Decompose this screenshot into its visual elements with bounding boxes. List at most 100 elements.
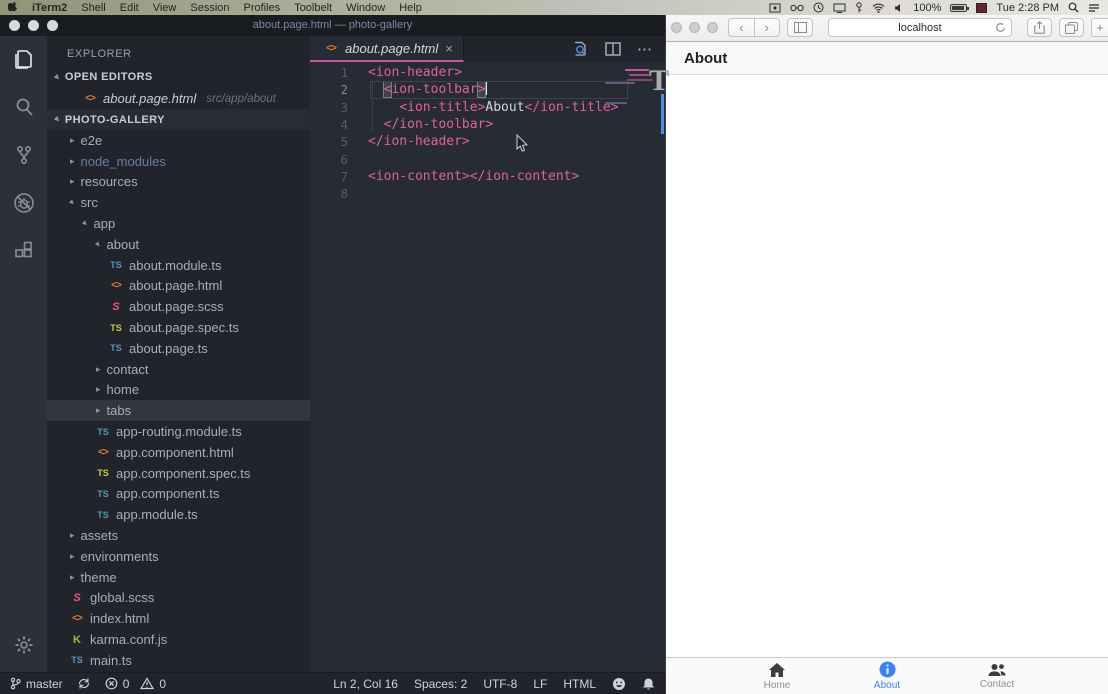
tab-about[interactable]: About — [832, 658, 942, 694]
vscode-title-bar[interactable]: about.page.html — photo-gallery — [0, 14, 665, 36]
safari-traffic-lights[interactable] — [671, 22, 718, 33]
settings-gear-icon[interactable] — [11, 632, 37, 658]
minimize-window-button[interactable] — [689, 22, 700, 33]
menu-item-help[interactable]: Help — [399, 2, 422, 14]
tree-folder-environments[interactable]: ▸environments — [47, 546, 310, 567]
code-area[interactable]: 1<ion-header>2 <ion-toolbar>3 <ion-title… — [310, 62, 665, 672]
tree-file-about.page.scss[interactable]: Sabout.page.scss — [47, 296, 310, 317]
menu-item-session[interactable]: Session — [190, 2, 229, 14]
reload-icon[interactable] — [995, 22, 1006, 33]
menu-item-profiles[interactable]: Profiles — [244, 2, 281, 14]
notifications-bell-icon[interactable] — [642, 677, 655, 691]
debug-disabled-icon[interactable] — [11, 190, 37, 216]
open-editors-header[interactable]: ▸ OPEN EDITORS — [47, 66, 310, 88]
project-root-header[interactable]: ▸ PHOTO-GALLERY — [47, 109, 310, 130]
tree-folder-node_modules[interactable]: ▸node_modules — [47, 151, 310, 172]
code-line-6[interactable]: 6 — [310, 151, 665, 168]
spotlight-icon[interactable] — [1068, 2, 1079, 13]
code-line-5[interactable]: 5</ion-header> — [310, 133, 665, 150]
tree-folder-about[interactable]: ▸about — [47, 234, 310, 255]
scss-file-icon: S — [109, 301, 123, 313]
key-icon[interactable] — [855, 2, 863, 13]
tree-file-app.component.spec.ts[interactable]: TSapp.component.spec.ts — [47, 463, 310, 484]
code-text: <ion-toolbar> — [368, 81, 487, 98]
share-button[interactable] — [1027, 18, 1052, 37]
tree-folder-assets[interactable]: ▸assets — [47, 525, 310, 546]
new-tab-button[interactable]: + — [1091, 18, 1108, 37]
sidebar-toggle-button[interactable] — [787, 18, 813, 37]
close-tab-icon[interactable]: × — [445, 41, 453, 56]
indentation-setting[interactable]: Spaces: 2 — [414, 677, 467, 691]
tree-file-about.page.html[interactable]: <>about.page.html — [47, 276, 310, 297]
problems-indicator[interactable]: 0 0 — [105, 677, 166, 691]
files-icon[interactable] — [11, 46, 37, 72]
address-bar[interactable]: localhost — [828, 18, 1012, 37]
menu-item-view[interactable]: View — [153, 2, 177, 14]
encoding-setting[interactable]: UTF-8 — [483, 677, 517, 691]
split-editor-icon[interactable] — [605, 42, 621, 56]
forward-button[interactable]: › — [755, 18, 781, 37]
cursor-position[interactable]: Ln 2, Col 16 — [333, 677, 398, 691]
more-actions-icon[interactable]: ⋯ — [637, 40, 653, 58]
tree-file-about.page.spec.ts[interactable]: TSabout.page.spec.ts — [47, 317, 310, 338]
tree-folder-e2e[interactable]: ▸e2e — [47, 130, 310, 151]
clock-menu-icon[interactable] — [813, 2, 824, 13]
source-control-icon[interactable] — [11, 142, 37, 168]
apple-menu-icon[interactable] — [8, 2, 18, 13]
tree-file-about.page.ts[interactable]: TSabout.page.ts — [47, 338, 310, 359]
menu-clock[interactable]: Tue 2:28 PM — [996, 2, 1059, 14]
tree-file-about.module.ts[interactable]: TSabout.module.ts — [47, 255, 310, 276]
code-line-4[interactable]: 4 </ion-toolbar> — [310, 116, 665, 133]
display-icon[interactable] — [833, 3, 846, 13]
tab-contact[interactable]: Contact — [942, 658, 1052, 694]
open-editor-item[interactable]: <> about.page.html src/app/about — [47, 88, 310, 109]
menu-item-edit[interactable]: Edit — [120, 2, 139, 14]
extensions-icon[interactable] — [11, 238, 37, 264]
volume-icon[interactable] — [894, 3, 904, 13]
tree-file-main.ts[interactable]: TSmain.ts — [47, 650, 310, 671]
chevron-expanded-icon: ▸ — [67, 197, 78, 208]
menu-item-toolbelt[interactable]: Toolbelt — [294, 2, 332, 14]
editor-tab-about-page-html[interactable]: <> about.page.html × — [310, 36, 464, 62]
language-mode[interactable]: HTML — [563, 677, 596, 691]
git-branch-indicator[interactable]: master — [10, 677, 63, 691]
tree-folder-home[interactable]: ▸home — [47, 380, 310, 401]
sync-indicator[interactable] — [77, 677, 91, 690]
menu-item-shell[interactable]: Shell — [81, 2, 105, 14]
tree-file-index.html[interactable]: <>index.html — [47, 608, 310, 629]
open-changes-icon[interactable] — [572, 41, 589, 57]
menu-item-window[interactable]: Window — [346, 2, 385, 14]
tab-home[interactable]: Home — [722, 658, 832, 694]
tree-file-app.component.html[interactable]: <>app.component.html — [47, 442, 310, 463]
menu-item-app[interactable]: iTerm2 — [32, 2, 67, 14]
file-tree: ▸e2e▸node_modules▸resources▸src▸app▸abou… — [47, 130, 310, 671]
tree-file-karma.conf.js[interactable]: Kkarma.conf.js — [47, 629, 310, 650]
tab-label: Contact — [980, 679, 1014, 690]
tab-overview-button[interactable] — [1059, 18, 1084, 37]
close-window-button[interactable] — [671, 22, 682, 33]
tree-file-app.module.ts[interactable]: TSapp.module.ts — [47, 504, 310, 525]
tree-folder-theme[interactable]: ▸theme — [47, 567, 310, 588]
battery-icon[interactable] — [950, 4, 967, 12]
line-number: 5 — [310, 133, 368, 150]
tree-folder-src[interactable]: ▸src — [47, 192, 310, 213]
zoom-window-button[interactable] — [707, 22, 718, 33]
tree-folder-tabs[interactable]: ▸tabs — [47, 400, 310, 421]
tree-file-app.component.ts[interactable]: TSapp.component.ts — [47, 484, 310, 505]
eol-setting[interactable]: LF — [533, 677, 547, 691]
tree-file-global.scss[interactable]: Sglobal.scss — [47, 588, 310, 609]
feedback-smiley-icon[interactable] — [612, 677, 626, 691]
notification-center-icon[interactable] — [1088, 3, 1100, 13]
back-button[interactable]: ‹ — [728, 18, 755, 37]
tree-file-app-routing.module.ts[interactable]: TSapp-routing.module.ts — [47, 421, 310, 442]
screen-record-icon[interactable] — [769, 3, 781, 13]
tree-folder-app[interactable]: ▸app — [47, 213, 310, 234]
glasses-icon[interactable] — [790, 4, 804, 12]
tree-folder-contact[interactable]: ▸contact — [47, 359, 310, 380]
tree-folder-resources[interactable]: ▸resources — [47, 172, 310, 193]
search-icon[interactable] — [11, 94, 37, 120]
code-line-7[interactable]: 7<ion-content></ion-content> — [310, 168, 665, 185]
wifi-icon[interactable] — [872, 3, 885, 13]
code-line-8[interactable]: 8 — [310, 185, 665, 202]
app-swatch-icon[interactable] — [976, 3, 987, 13]
